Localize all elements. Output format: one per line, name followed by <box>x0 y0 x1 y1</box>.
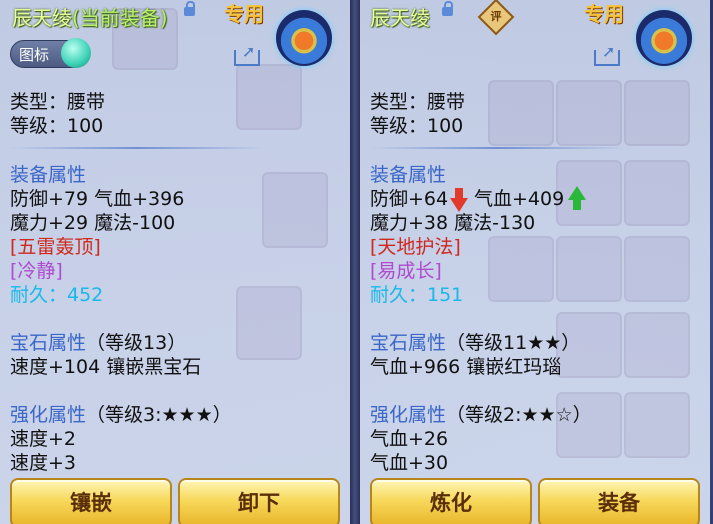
background-item-slot <box>556 80 622 146</box>
background-item-slot <box>236 64 302 130</box>
special-effect: [易成长] <box>370 260 442 282</box>
equip-button[interactable]: 装备 <box>538 478 700 524</box>
background-item-slot <box>624 80 690 146</box>
gem-attributes-header: 宝石属性（等级13） <box>10 332 187 354</box>
divider <box>370 147 625 149</box>
item-level: 等级：100 <box>370 115 464 137</box>
icon-toggle-label: 图标 <box>19 46 50 64</box>
attribute-line-defense: 防御+64 <box>370 188 449 210</box>
background-item-slot <box>488 236 554 302</box>
background-item-slot <box>556 160 622 226</box>
background-item-slot <box>624 312 690 378</box>
background-item-slot <box>624 236 690 302</box>
durability: 耐久：452 <box>10 284 104 306</box>
attribute-line-hp: 气血+409 <box>474 188 565 210</box>
item-level: 等级：100 <box>10 115 104 137</box>
gem-attributes-header: 宝石属性（等级11★★） <box>370 332 581 354</box>
compare-equipment-panel: 辰天绫 评 专用 ➚ 类型：腰带 等级：100 装备属性 防御+64 气血+40… <box>360 0 710 524</box>
item-name-title: 辰天绫(当前装备) <box>12 6 168 30</box>
belt-item-icon <box>636 10 692 66</box>
attribute-line: 魔力+38 魔法-130 <box>370 212 536 234</box>
special-effect: [冷静] <box>10 260 63 282</box>
panel-divider <box>350 0 360 524</box>
divider <box>10 147 265 149</box>
belt-item-icon <box>276 10 332 66</box>
enhance-attributes-header: 强化属性（等级3:★★★） <box>10 404 232 426</box>
enhance-line: 气血+30 <box>370 452 449 474</box>
rating-badge[interactable]: 评 <box>477 0 515 36</box>
special-skill: [五雷轰顶] <box>10 236 101 258</box>
gem-line: 速度+104 镶嵌黑宝石 <box>10 356 202 378</box>
attribute-line: 防御+79 气血+396 <box>10 188 185 210</box>
icon-toggle[interactable]: 图标 <box>10 38 91 68</box>
item-type: 类型：腰带 <box>370 91 466 113</box>
equipment-attributes-title: 装备属性 <box>10 164 87 186</box>
background-item-slot <box>262 172 328 248</box>
exclusive-label: 专用 <box>224 2 264 26</box>
enhance-line: 速度+2 <box>10 428 77 450</box>
lock-icon <box>184 1 195 16</box>
share-icon[interactable]: ➚ <box>594 44 620 66</box>
background-item-slot <box>624 392 690 458</box>
background-item-slot <box>556 236 622 302</box>
enhance-attributes-header: 强化属性（等级2:★★☆） <box>370 404 592 426</box>
item-type: 类型：腰带 <box>10 91 106 113</box>
exclusive-label: 专用 <box>584 2 624 26</box>
durability: 耐久：151 <box>370 284 464 306</box>
gem-line: 气血+966 镶嵌红玛瑙 <box>370 356 562 378</box>
enhance-line: 气血+26 <box>370 428 449 450</box>
toggle-knob-icon <box>61 38 91 68</box>
current-equipment-panel: 辰天绫(当前装备) 专用 图标 ➚ 类型：腰带 等级：100 装备属性 防御+7… <box>0 0 350 524</box>
item-name-title: 辰天绫 <box>370 6 430 30</box>
refine-button[interactable]: 炼化 <box>370 478 532 524</box>
inlay-button[interactable]: 镶嵌 <box>10 478 172 524</box>
increase-arrow-icon <box>568 186 586 210</box>
background-item-slot <box>236 286 302 360</box>
lock-icon <box>442 1 453 16</box>
rating-badge-label: 评 <box>490 10 502 23</box>
unequip-button[interactable]: 卸下 <box>178 478 340 524</box>
attribute-line: 魔力+29 魔法-100 <box>10 212 176 234</box>
background-item-slot <box>488 80 554 146</box>
special-skill: [天地护法] <box>370 236 461 258</box>
enhance-line: 速度+3 <box>10 452 77 474</box>
share-icon[interactable]: ➚ <box>234 44 260 66</box>
background-item-slot <box>624 160 690 226</box>
equipment-attributes-title: 装备属性 <box>370 164 447 186</box>
